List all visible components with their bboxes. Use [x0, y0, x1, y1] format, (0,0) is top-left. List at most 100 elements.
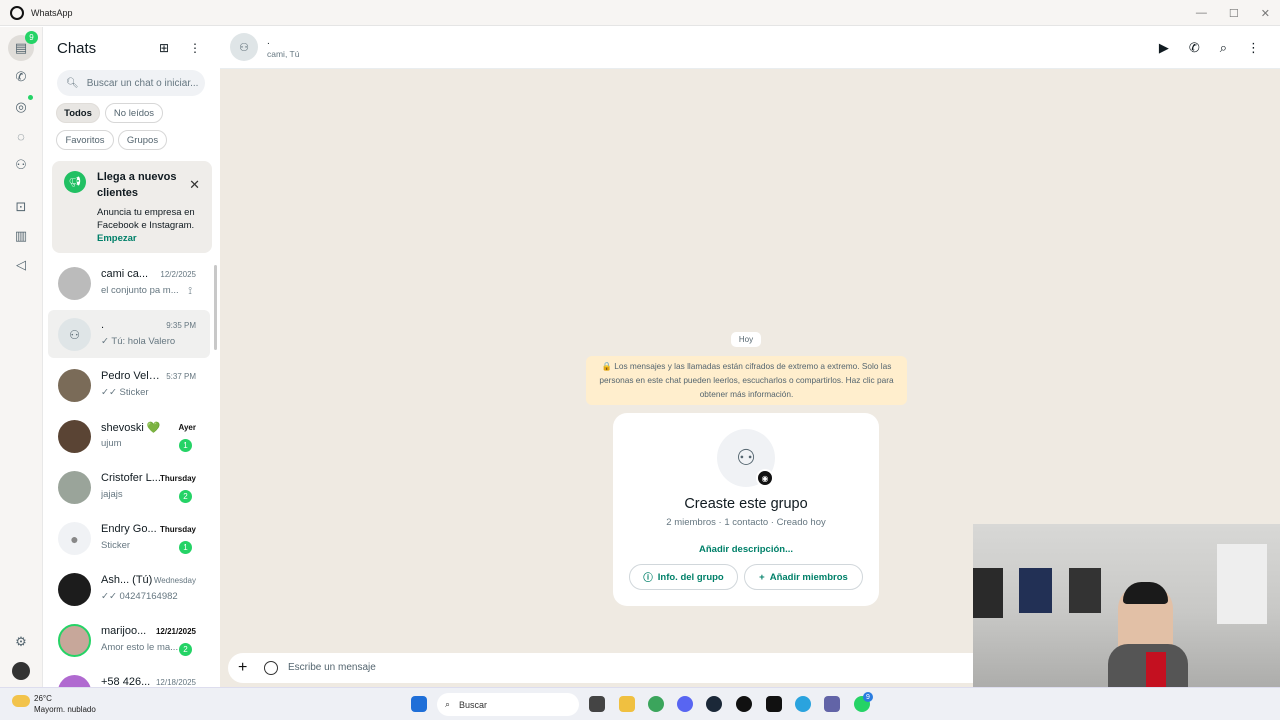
- task-view-icon[interactable]: [589, 696, 605, 712]
- teams-icon[interactable]: [824, 696, 840, 712]
- archived-icon[interactable]: ⊡: [11, 197, 31, 217]
- info-icon: ⓘ: [643, 573, 653, 584]
- chat-row[interactable]: Cristofer L... Thursday jajajs 2: [48, 463, 210, 511]
- whatsapp-logo-icon: [10, 5, 24, 20]
- attach-plus-icon[interactable]: +: [238, 659, 247, 677]
- pin-icon: ⟟: [188, 286, 192, 297]
- message-input[interactable]: Escribe un mensaje: [288, 662, 376, 673]
- maximize-button[interactable]: ☐: [1229, 7, 1239, 20]
- file-explorer-icon[interactable]: [619, 696, 635, 712]
- chip-todos[interactable]: Todos: [56, 103, 100, 123]
- chats-heading: Chats: [57, 39, 97, 57]
- promo-title: Llega a nuevos clientes: [97, 171, 177, 199]
- status-dot: [28, 95, 33, 100]
- app-title: WhatsApp: [31, 7, 73, 18]
- chip-no-leidos[interactable]: No leídos: [105, 103, 163, 123]
- message-composer[interactable]: + Escribe un mensaje: [228, 653, 1008, 683]
- conversation-members: cami, Tú: [267, 49, 300, 59]
- business-promo-card: 📢︎ Llega a nuevos clientes Anuncia tu em…: [52, 161, 212, 253]
- settings-gear-icon[interactable]: ⚙: [11, 632, 31, 652]
- promo-body: Anuncia tu empresa en Facebook e Instagr…: [97, 207, 195, 231]
- card-meta: 2 miembros · 1 contacto · Creado hoy: [666, 517, 826, 528]
- nav-rail: ▤ 9 ✆ ◎ ◌ ⚇ ⊡ ▥ ◁ ⚙: [0, 27, 43, 687]
- avatar: [58, 573, 91, 606]
- chat-preview: Sticker: [101, 540, 131, 551]
- chat-row[interactable]: ⚇ . 9:35 PM ✓ Tú: hola Valero: [48, 310, 210, 358]
- encryption-notice[interactable]: 🔒 Los mensajes y las llamadas están cifr…: [586, 356, 907, 405]
- close-window-button[interactable]: ✕: [1261, 7, 1270, 20]
- title-bar: WhatsApp — ☐ ✕: [0, 0, 1280, 26]
- chat-preview: jajajs: [101, 489, 123, 500]
- chat-name: Pedro Vela...: [101, 370, 163, 382]
- chat-name: Cristofer L...: [101, 472, 161, 484]
- communities-icon[interactable]: ⚇: [11, 155, 31, 175]
- promo-start-link[interactable]: Empezar: [97, 233, 137, 244]
- chat-name: .: [101, 319, 105, 331]
- channels-icon[interactable]: ◌: [11, 126, 31, 146]
- menu-kebab-icon[interactable]: ⋮: [189, 41, 201, 55]
- obs-icon[interactable]: [736, 696, 752, 712]
- tiktok-icon[interactable]: [766, 696, 782, 712]
- chat-time: 12/2/2025: [160, 270, 196, 279]
- weather-temp: 26°C: [34, 694, 52, 703]
- chat-list-scrollbar[interactable]: [214, 265, 217, 350]
- chat-preview: ujum: [101, 438, 122, 449]
- chat-time: Thursday: [159, 525, 196, 534]
- weather-widget[interactable]: 26°C Mayorm. nublado: [12, 693, 96, 715]
- camera-icon[interactable]: ◉: [756, 469, 774, 487]
- avatar: [58, 624, 91, 657]
- chat-row[interactable]: ● Endry Go... Thursday Sticker 1: [48, 514, 210, 562]
- add-members-button[interactable]: + Añadir miembros: [744, 564, 863, 590]
- store-icon[interactable]: ▥: [11, 226, 31, 246]
- chat-time: Thursday: [159, 474, 196, 483]
- chat-time: Wednesday: [153, 576, 196, 585]
- start-windows-icon[interactable]: [411, 696, 427, 712]
- minimize-button[interactable]: —: [1196, 7, 1207, 19]
- calls-icon[interactable]: ✆: [11, 67, 31, 87]
- unread-badge: 2: [179, 643, 192, 656]
- group-info-label: Info. del grupo: [657, 571, 724, 583]
- chat-row[interactable]: shevoski 💚 Ayer ujum 1: [48, 412, 210, 460]
- conversation-header: ⚇ . cami, Tú ▶︎ ✆ ⌕ ⋮: [220, 27, 1280, 69]
- chat-row[interactable]: cami ca... 12/2/2025 el conjunto pa m...…: [48, 259, 210, 307]
- menu-kebab-icon[interactable]: ⋮: [1247, 40, 1260, 56]
- chrome-icon[interactable]: [648, 696, 664, 712]
- group-avatar[interactable]: ⚇: [230, 33, 258, 61]
- chat-preview: ✓✓ 04247164982: [101, 591, 178, 602]
- chat-preview: ✓ Tú: hola Valero: [101, 336, 176, 347]
- close-icon[interactable]: ✕: [189, 177, 200, 193]
- chat-time: 12/18/2025: [155, 678, 196, 687]
- chat-name: shevoski 💚: [101, 422, 161, 434]
- avatar: [58, 471, 91, 504]
- chip-grupos[interactable]: Grupos: [118, 130, 167, 150]
- chat-row[interactable]: Ash... (Tú) Wednesday ✓✓ 04247164982: [48, 565, 210, 613]
- steam-icon[interactable]: [706, 696, 722, 712]
- unread-badge: 1: [179, 439, 192, 452]
- conversation-title[interactable]: .: [267, 36, 270, 47]
- voice-call-icon[interactable]: ✆: [1189, 40, 1200, 56]
- search-input[interactable]: 🔍︎ Buscar un chat o iniciar...: [57, 70, 205, 96]
- search-icon[interactable]: ⌕: [1220, 40, 1227, 56]
- chat-row[interactable]: Pedro Vela... 5:37 PM ✓✓ Sticker: [48, 361, 210, 409]
- profile-avatar[interactable]: [12, 662, 30, 680]
- chip-favoritos[interactable]: Favoritos: [56, 130, 114, 150]
- telegram-icon[interactable]: [795, 696, 811, 712]
- chat-row[interactable]: marijoo... 12/21/2025 Amor esto le ma...…: [48, 616, 210, 664]
- weather-desc: Mayorm. nublado: [34, 705, 96, 714]
- windows-taskbar: 26°C Mayorm. nublado ⌕ Buscar 9: [0, 687, 1280, 720]
- video-call-icon[interactable]: ▶︎: [1159, 40, 1169, 56]
- avatar: [58, 267, 91, 300]
- group-info-button[interactable]: ⓘ Info. del grupo: [629, 564, 738, 590]
- status-icon[interactable]: ◎: [11, 97, 31, 117]
- megaphone-icon[interactable]: ◁: [11, 255, 31, 275]
- add-description-link[interactable]: Añadir descripción...: [613, 544, 879, 555]
- default-avatar: ●: [58, 522, 91, 555]
- search-placeholder: Buscar un chat o iniciar...: [86, 77, 199, 89]
- new-chat-icon[interactable]: ⊞: [159, 41, 169, 55]
- date-pill: Hoy: [731, 332, 761, 347]
- taskbar-search[interactable]: ⌕ Buscar: [437, 693, 579, 716]
- emoji-icon[interactable]: [264, 661, 278, 675]
- chat-row[interactable]: +58 426... 12/18/2025: [48, 667, 210, 687]
- chat-preview: el conjunto pa m...: [101, 285, 179, 296]
- discord-icon[interactable]: [677, 696, 693, 712]
